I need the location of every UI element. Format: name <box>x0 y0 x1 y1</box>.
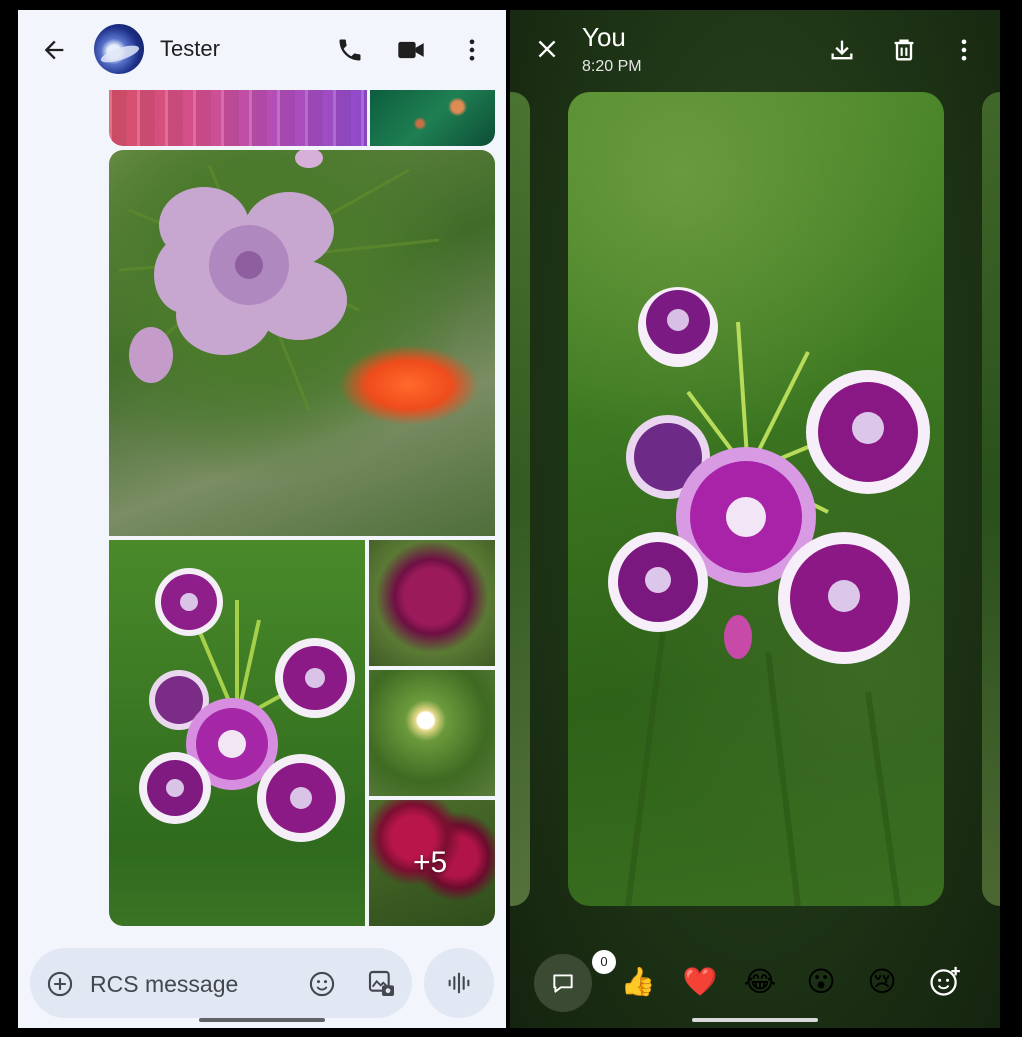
flower-image <box>139 568 355 842</box>
gesture-handle <box>199 1018 325 1022</box>
reaction-laughing[interactable]: 😂 <box>740 962 780 1002</box>
composer-bar <box>30 948 412 1018</box>
reaction-heart[interactable]: ❤️ <box>680 962 720 1002</box>
flower-image <box>118 150 440 411</box>
voice-message-button[interactable] <box>424 948 494 1018</box>
sender-name: You <box>582 22 626 52</box>
delete-icon[interactable] <box>890 36 918 64</box>
video-camera-icon[interactable] <box>396 36 426 64</box>
reactions-bar: 0 👍 ❤️ 😂 😮 😢 <box>510 950 1000 1012</box>
back-arrow-icon[interactable] <box>40 36 68 64</box>
more-vert-icon[interactable] <box>458 36 486 64</box>
photo-thumbnail[interactable] <box>109 90 367 146</box>
more-photos-count: +5 <box>413 846 448 879</box>
add-icon[interactable] <box>46 970 74 998</box>
gesture-handle <box>692 1018 818 1022</box>
thread-header: Tester <box>18 10 506 90</box>
contact-name[interactable]: Tester <box>160 36 220 62</box>
more-vert-icon[interactable] <box>950 36 978 64</box>
photo-thumbnail[interactable] <box>109 150 495 536</box>
voice-waveform-icon <box>445 969 473 997</box>
message-time: 8:20 PM <box>582 58 642 75</box>
reaction-count-badge: 0 <box>592 950 616 974</box>
reactions-button[interactable]: 0 <box>534 950 616 1012</box>
message-input[interactable] <box>90 970 290 998</box>
photo-thumbnail[interactable] <box>109 540 365 926</box>
reaction-surprised[interactable]: 😮 <box>801 962 841 1002</box>
reaction-sad[interactable]: 😢 <box>862 962 902 1002</box>
reaction-bubble-icon <box>550 970 576 996</box>
full-photo[interactable] <box>568 92 944 906</box>
emoji-icon[interactable] <box>308 970 336 998</box>
flower-image <box>608 287 930 906</box>
photo-thumbnail[interactable] <box>369 540 495 666</box>
next-photo-peek[interactable] <box>982 92 1000 906</box>
reaction-thumbs-up[interactable]: 👍 <box>618 962 658 1002</box>
photo-thumbnail[interactable] <box>370 90 495 146</box>
messages-thread-panel: Tester +5 RCS message <box>18 10 506 1028</box>
photo-thumbnail[interactable] <box>369 670 495 796</box>
close-icon[interactable] <box>534 36 560 62</box>
photo-viewer-panel: You 8:20 PM 0 👍 ❤️ 😂 😮 😢 <box>510 10 1000 1028</box>
phone-icon[interactable] <box>336 36 364 64</box>
gallery-icon[interactable] <box>366 968 398 1000</box>
previous-photo-peek[interactable] <box>510 92 530 906</box>
add-reaction-icon[interactable] <box>928 964 962 998</box>
contact-avatar[interactable] <box>94 24 144 74</box>
download-icon[interactable] <box>828 36 856 64</box>
